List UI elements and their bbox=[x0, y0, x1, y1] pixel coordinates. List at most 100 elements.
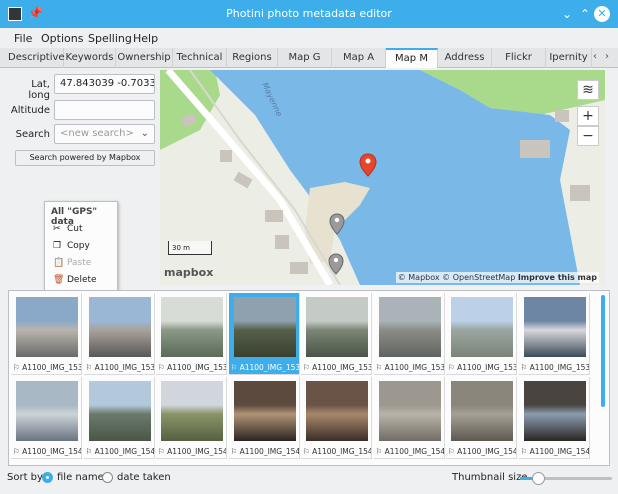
menu-help[interactable]: Help bbox=[133, 32, 158, 45]
tab-regions[interactable]: Regions bbox=[227, 48, 278, 68]
thumbnail-item[interactable]: ⚐ A1100_IMG_1546 bbox=[446, 377, 517, 459]
close-icon[interactable]: ✕ bbox=[594, 6, 610, 22]
thumbnail-caption: ⚐ A1100_IMG_1542 bbox=[158, 447, 226, 456]
thumbnail-caption: ⚐ A1100_IMG_1532 bbox=[13, 363, 81, 372]
scrollbar-thumb[interactable] bbox=[601, 295, 605, 407]
thumbnail-item[interactable]: ⚐ A1100_IMG_1540 bbox=[11, 377, 82, 459]
grid-scrollbar[interactable] bbox=[599, 293, 607, 463]
thumbnail-item[interactable]: ⚐ A1100_IMG_1543 bbox=[228, 377, 300, 459]
thumbnail-caption: ⚐ A1100_IMG_1544 bbox=[303, 447, 371, 456]
thumbnail-item[interactable]: ⚐ A1100_IMG_1542 bbox=[156, 377, 227, 459]
menu-spelling[interactable]: Spelling bbox=[88, 32, 132, 45]
delete-icon: 🗑 bbox=[53, 275, 65, 285]
minimize-icon[interactable]: ⌄ bbox=[558, 5, 576, 23]
building bbox=[220, 150, 232, 162]
menu-options[interactable]: Options bbox=[41, 32, 83, 45]
thumbnail-item[interactable]: ⚐ A1100_IMG_1539 bbox=[518, 293, 590, 375]
thumbnail-item[interactable]: ⚐ A1100_IMG_1544 bbox=[301, 377, 372, 459]
tab-keywords[interactable]: Keywords bbox=[64, 48, 116, 68]
thumbnail-size-slider[interactable] bbox=[520, 472, 612, 485]
thumbnail-caption: ⚐ A1100_IMG_1543 bbox=[230, 447, 299, 456]
thumbnail-caption: ⚐ A1100_IMG_1547 bbox=[520, 447, 589, 456]
thumbnail-item[interactable]: ⚐ A1100_IMG_1547 bbox=[518, 377, 590, 459]
thumbnail-image bbox=[378, 381, 441, 441]
context-menu: All "GPS" data ✂ Cut ❐ Copy 📋 Paste 🗑 Delete bbox=[44, 201, 118, 293]
main-window: 📌 Photini photo metadata editor ⌄ ⌃ ✕ Fi… bbox=[0, 0, 618, 494]
search-mapbox-button[interactable]: Search powered by Mapbox bbox=[15, 150, 155, 166]
sort-date-taken-label[interactable]: date taken bbox=[117, 472, 171, 483]
thumbnail-item[interactable]: ⚐ A1100_IMG_1535 bbox=[228, 293, 300, 375]
maximize-icon[interactable]: ⌃ bbox=[576, 5, 594, 23]
thumbnail-caption: ⚐ A1100_IMG_1536 bbox=[303, 363, 371, 372]
building bbox=[555, 110, 569, 122]
thumbnail-image bbox=[523, 297, 586, 357]
zoom-in-button[interactable]: + bbox=[577, 106, 599, 126]
thumbnail-item[interactable]: ⚐ A1100_IMG_1537 bbox=[373, 293, 445, 375]
thumbnail-item[interactable]: ⚐ A1100_IMG_1538 bbox=[446, 293, 517, 375]
window-title: Photini photo metadata editor bbox=[226, 7, 392, 20]
menu-item-copy[interactable]: ❐ Copy bbox=[45, 238, 117, 255]
thumbnail-item[interactable]: ⚐ A1100_IMG_1536 bbox=[301, 293, 372, 375]
tab-technical[interactable]: Technical bbox=[173, 48, 227, 68]
building bbox=[290, 262, 308, 274]
tab-address[interactable]: Address bbox=[438, 48, 492, 68]
search-combo[interactable]: <new search> ⌄ bbox=[54, 124, 155, 144]
thumbnail-image bbox=[378, 297, 441, 357]
menu-item-cut[interactable]: ✂ Cut bbox=[45, 221, 117, 238]
map-view[interactable]: Mayenne ≋ + − 30 m mapbox © Mapbox © Ope… bbox=[160, 70, 605, 285]
map-scale: 30 m bbox=[168, 241, 212, 255]
thumbnail-image bbox=[161, 297, 223, 357]
tab-flickr[interactable]: Flickr bbox=[492, 48, 546, 68]
sort-by-label: Sort by bbox=[7, 472, 43, 483]
thumbnail-image bbox=[16, 381, 78, 441]
thumbnail-item[interactable]: ⚐ A1100_IMG_1533 bbox=[83, 293, 155, 375]
tab-ipernity[interactable]: Ipernity bbox=[546, 48, 592, 68]
tab-scroll-left-icon[interactable]: ‹ bbox=[593, 51, 597, 62]
sort-file-name-radio[interactable] bbox=[42, 472, 53, 483]
tab-scroll-right-icon[interactable]: › bbox=[605, 51, 609, 62]
thumbnail-item[interactable]: ⚐ A1100_IMG_1545 bbox=[373, 377, 445, 459]
building bbox=[570, 185, 590, 201]
menu-item-label: Copy bbox=[67, 241, 90, 251]
slider-handle[interactable] bbox=[532, 472, 546, 485]
thumbnail-caption: ⚐ A1100_IMG_1546 bbox=[448, 447, 516, 456]
thumbnail-caption: ⚐ A1100_IMG_1537 bbox=[375, 363, 444, 372]
title-bar[interactable]: 📌 Photini photo metadata editor ⌄ ⌃ ✕ bbox=[0, 0, 618, 28]
menu-file[interactable]: File bbox=[14, 32, 32, 45]
thumbnail-caption: ⚐ A1100_IMG_1545 bbox=[375, 447, 444, 456]
menu-item-delete[interactable]: 🗑 Delete bbox=[45, 272, 117, 289]
building bbox=[520, 140, 550, 158]
thumbnail-item[interactable]: ⚐ A1100_IMG_1541 bbox=[83, 377, 155, 459]
map-attribution: © Mapbox © OpenStreetMap Improve this ma… bbox=[395, 272, 599, 283]
zoom-out-button[interactable]: − bbox=[577, 126, 599, 146]
mapbox-logo[interactable]: mapbox bbox=[164, 266, 213, 279]
tab-descriptive[interactable]: Descriptive bbox=[8, 48, 65, 68]
menu-item-label: Cut bbox=[67, 224, 83, 234]
sort-file-name-label[interactable]: file name bbox=[57, 472, 104, 483]
tab-map-a[interactable]: Map A bbox=[332, 48, 386, 68]
thumbnail-caption: ⚐ A1100_IMG_1541 bbox=[85, 447, 154, 456]
thumbnail-item[interactable]: ⚐ A1100_IMG_1532 bbox=[11, 293, 82, 375]
improve-map-link[interactable]: Improve this map bbox=[518, 273, 597, 282]
tab-map-g[interactable]: Map G bbox=[278, 48, 332, 68]
layers-icon[interactable]: ≋ bbox=[577, 80, 599, 100]
thumbnail-image bbox=[451, 297, 513, 357]
thumbnail-caption: ⚐ A1100_IMG_1538 bbox=[448, 363, 516, 372]
thumbnail-size-label: Thumbnail size bbox=[452, 472, 528, 483]
sort-date-taken-radio[interactable] bbox=[102, 472, 113, 483]
menu-bar: File Options Spelling Help bbox=[0, 28, 618, 48]
map-canvas[interactable]: Mayenne bbox=[160, 70, 605, 285]
thumbnail-item[interactable]: ⚐ A1100_IMG_1534 bbox=[156, 293, 227, 375]
tab-map-m[interactable]: Map M bbox=[386, 48, 438, 68]
chevron-down-icon[interactable]: ⌄ bbox=[141, 128, 149, 139]
menu-item-label: Paste bbox=[67, 258, 92, 268]
thumbnail-caption: ⚐ A1100_IMG_1533 bbox=[85, 363, 154, 372]
altitude-field[interactable] bbox=[54, 100, 155, 120]
menu-item-paste[interactable]: 📋 Paste bbox=[45, 255, 117, 272]
attribution-text[interactable]: © Mapbox © OpenStreetMap bbox=[398, 273, 516, 282]
thumbnail-image bbox=[233, 381, 296, 441]
tab-ownership[interactable]: Ownership bbox=[116, 48, 173, 68]
thumbnail-image bbox=[306, 381, 368, 441]
latlong-field[interactable]: 47.843039 -0.703332 bbox=[54, 74, 155, 94]
thumbnail-caption: ⚐ A1100_IMG_1539 bbox=[520, 363, 589, 372]
